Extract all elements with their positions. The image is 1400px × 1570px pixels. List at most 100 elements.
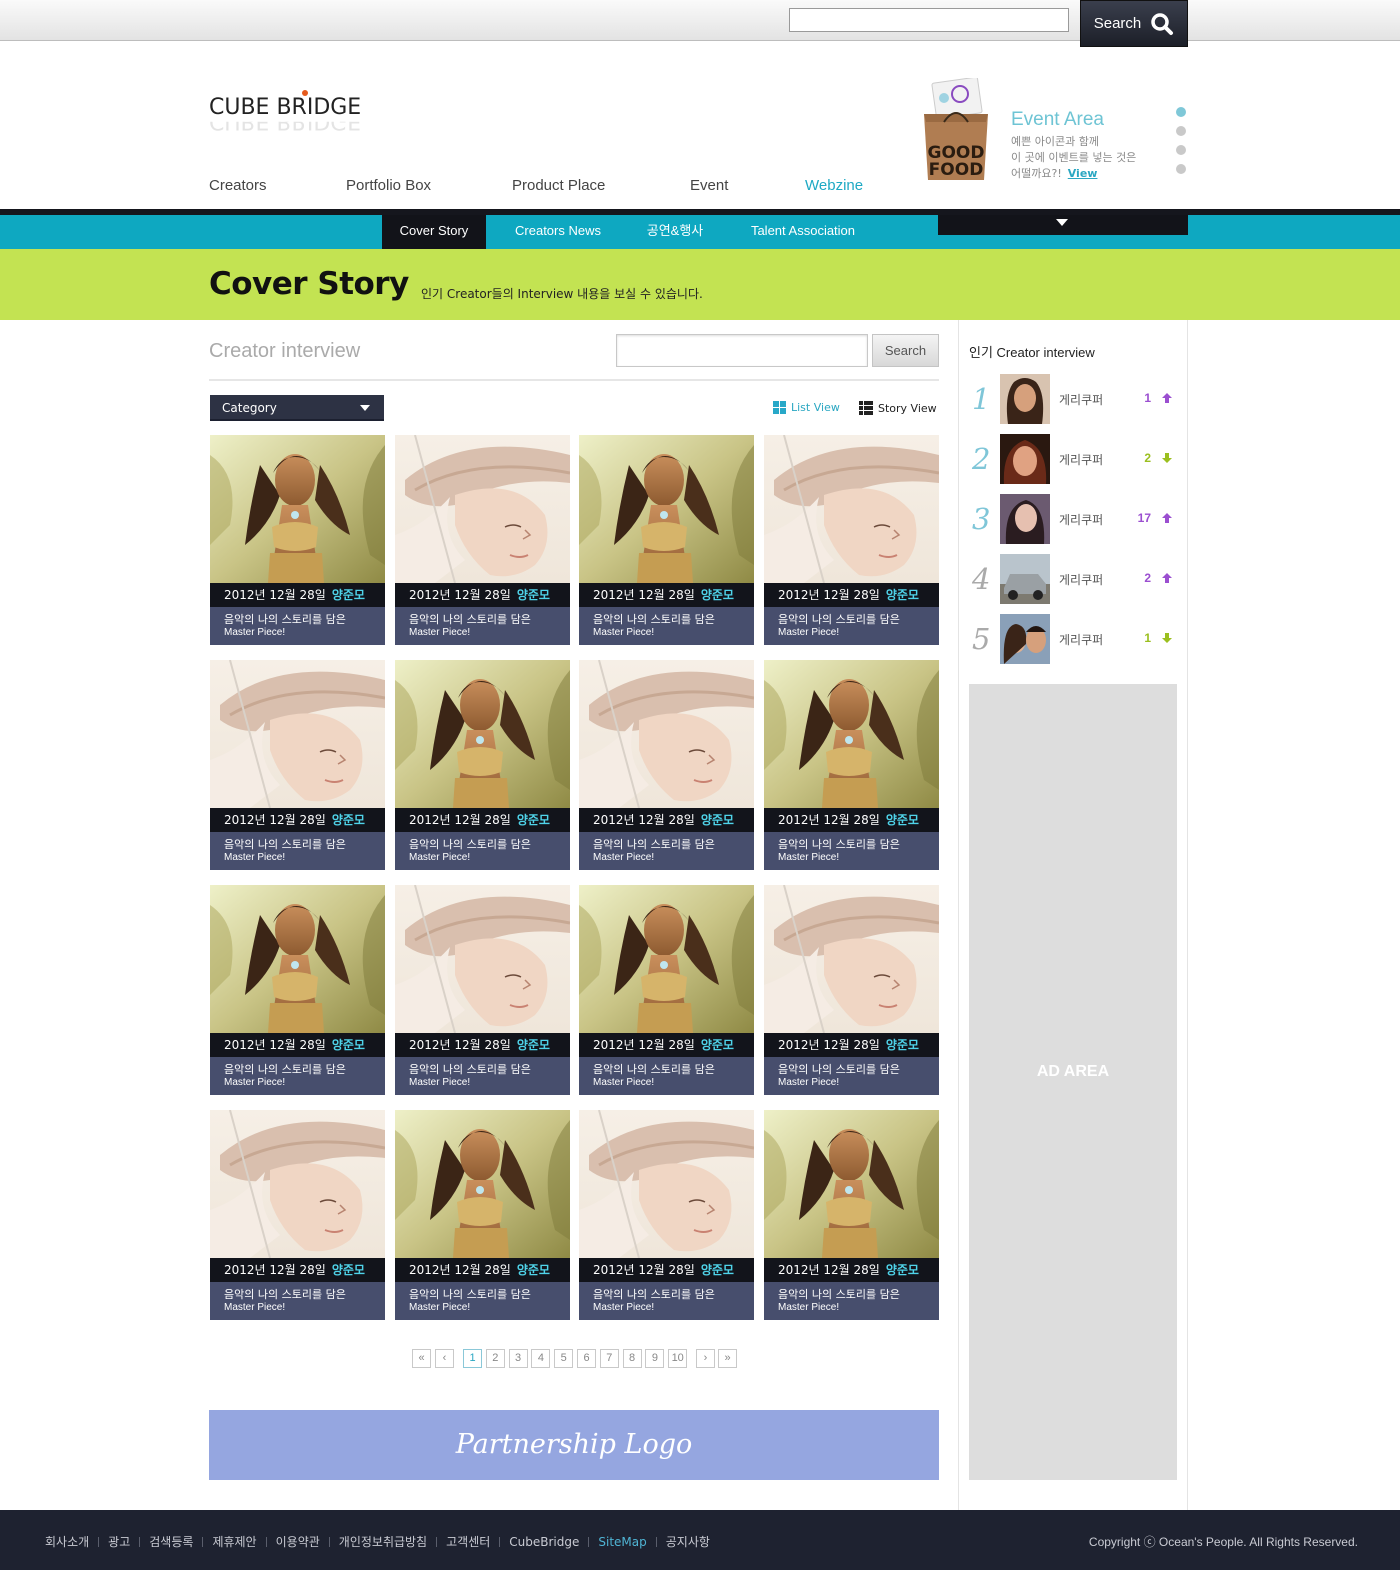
card-author[interactable]: 양준모 [332,813,365,827]
slide-dot-3[interactable] [1176,145,1186,155]
page-number-button[interactable]: 2 [485,1349,505,1368]
card-thumbnail[interactable] [395,1110,570,1258]
card-thumbnail[interactable] [395,660,570,808]
ad-area[interactable]: AD AREA [969,684,1177,1480]
card-author[interactable]: 양준모 [886,1038,919,1052]
card-thumbnail[interactable] [579,435,754,583]
avatar[interactable] [1000,374,1050,424]
nav-portfolio-box[interactable]: Portfolio Box [346,177,431,194]
card-author[interactable]: 양준모 [332,588,365,602]
avatar[interactable] [1000,614,1050,664]
card-thumbnail[interactable] [395,885,570,1033]
ranking-item[interactable]: 4 게리쿠퍼 2 [969,554,1179,604]
interview-card[interactable]: 2012년 12월 28일 양준모 음악의 나의 스토리를 담은 Master Pie… [395,660,570,870]
card-author[interactable]: 양준모 [517,1038,550,1052]
interview-card[interactable]: 2012년 12월 28일 양준모 음악의 나의 스토리를 담은 Master Pie… [210,660,385,870]
card-thumbnail[interactable] [210,435,385,583]
first-page-button[interactable]: « [412,1349,431,1368]
last-page-button[interactable]: » [718,1349,737,1368]
card-author[interactable]: 양준모 [332,1263,365,1277]
top-search-input[interactable] [789,8,1069,32]
tab-creators-news[interactable]: Creators News [503,215,613,249]
card-thumbnail[interactable] [764,885,939,1033]
site-logo[interactable]: CUBE BRIDGE [209,95,361,120]
rank-name[interactable]: 게리쿠퍼 [1059,451,1103,468]
nav-event[interactable]: Event [690,177,728,194]
page-number-button[interactable]: 3 [508,1349,528,1368]
page-number-button[interactable]: 5 [554,1349,574,1368]
ranking-item[interactable]: 1 게리쿠퍼 1 [969,374,1179,424]
caret-down-icon[interactable] [1056,219,1068,226]
footer-link[interactable]: 개인정보취급방침 [339,1533,427,1550]
interview-card[interactable]: 2012년 12월 28일 양준모 음악의 나의 스토리를 담은 Master Pie… [764,660,939,870]
partnership-logo-banner[interactable]: Partnership Logo [209,1410,939,1480]
ranking-item[interactable]: 3 게리쿠퍼 17 [969,494,1179,544]
interview-card[interactable]: 2012년 12월 28일 양준모 음악의 나의 스토리를 담은 Master Pie… [210,435,385,645]
card-thumbnail[interactable] [210,1110,385,1258]
interview-card[interactable]: 2012년 12월 28일 양준모 음악의 나의 스토리를 담은 Master Pie… [579,435,754,645]
rank-name[interactable]: 게리쿠퍼 [1059,631,1103,648]
footer-link[interactable]: 검색등록 [149,1533,193,1550]
card-author[interactable]: 양준모 [886,813,919,827]
card-thumbnail[interactable] [764,660,939,808]
card-thumbnail[interactable] [579,885,754,1033]
interview-card[interactable]: 2012년 12월 28일 양준모 음악의 나의 스토리를 담은 Master Pie… [210,1110,385,1320]
card-author[interactable]: 양준모 [701,1038,734,1052]
page-number-button[interactable]: 1 [463,1349,482,1368]
tab-performances-events[interactable]: 공연&행사 [636,215,714,249]
rank-name[interactable]: 게리쿠퍼 [1059,511,1103,528]
page-number-button[interactable]: 4 [531,1349,551,1368]
card-author[interactable]: 양준모 [701,813,734,827]
tab-talent-association[interactable]: Talent Association [740,215,866,249]
card-thumbnail[interactable] [579,1110,754,1258]
page-number-button[interactable]: 7 [599,1349,619,1368]
interview-card[interactable]: 2012년 12월 28일 양준모 음악의 나의 스토리를 담은 Master Pie… [579,660,754,870]
interview-card[interactable]: 2012년 12월 28일 양준모 음악의 나의 스토리를 담은 Master Pie… [764,1110,939,1320]
card-author[interactable]: 양준모 [517,588,550,602]
avatar[interactable] [1000,434,1050,484]
card-author[interactable]: 양준모 [886,588,919,602]
event-view-link[interactable]: View [1068,167,1098,180]
story-view-button[interactable]: Story View [859,401,937,415]
page-number-button[interactable]: 10 [668,1349,688,1368]
footer-link[interactable]: 고객센터 [446,1533,490,1550]
interview-search-input[interactable] [616,334,868,367]
interview-card[interactable]: 2012년 12월 28일 양준모 음악의 나의 스토리를 담은 Master Pie… [210,885,385,1095]
interview-card[interactable]: 2012년 12월 28일 양준모 음악의 나의 스토리를 담은 Master Pie… [579,1110,754,1320]
footer-link[interactable]: 이용약관 [276,1533,320,1550]
nav-creators[interactable]: Creators [209,177,267,194]
interview-search-button[interactable]: Search [872,334,939,367]
card-thumbnail[interactable] [764,1110,939,1258]
card-author[interactable]: 양준모 [701,588,734,602]
nav-product-place[interactable]: Product Place [512,177,605,194]
page-number-button[interactable]: 6 [577,1349,596,1368]
page-number-button[interactable]: 8 [622,1349,642,1368]
nav-webzine[interactable]: Webzine [805,177,863,194]
next-page-button[interactable]: › [696,1349,715,1368]
tab-cover-story[interactable]: Cover Story [382,215,486,249]
category-dropdown[interactable]: Category [210,395,384,421]
footer-link[interactable]: SiteMap [598,1535,646,1549]
card-thumbnail[interactable] [395,435,570,583]
rank-name[interactable]: 게리쿠퍼 [1059,391,1103,408]
footer-link[interactable]: CubeBridge [509,1535,579,1549]
page-number-button[interactable]: 9 [645,1349,665,1368]
footer-link[interactable]: 공지사항 [666,1533,710,1550]
footer-link[interactable]: 제휴제안 [212,1533,256,1550]
rank-name[interactable]: 게리쿠퍼 [1059,571,1103,588]
card-author[interactable]: 양준모 [517,813,550,827]
card-thumbnail[interactable] [579,660,754,808]
footer-link[interactable]: 회사소개 [45,1533,89,1550]
card-author[interactable]: 양준모 [886,1263,919,1277]
slide-dot-4[interactable] [1176,164,1186,174]
card-thumbnail[interactable] [764,435,939,583]
top-search-button[interactable]: Search [1080,0,1188,47]
interview-card[interactable]: 2012년 12월 28일 양준모 음악의 나의 스토리를 담은 Master Pie… [764,885,939,1095]
prev-page-button[interactable]: ‹ [435,1349,454,1368]
event-bag-image[interactable]: GOOD FOOD [920,76,992,182]
interview-card[interactable]: 2012년 12월 28일 양준모 음악의 나의 스토리를 담은 Master Pie… [395,1110,570,1320]
avatar[interactable] [1000,554,1050,604]
ranking-item[interactable]: 2 게리쿠퍼 2 [969,434,1179,484]
card-author[interactable]: 양준모 [517,1263,550,1277]
footer-link[interactable]: 광고 [108,1533,130,1550]
